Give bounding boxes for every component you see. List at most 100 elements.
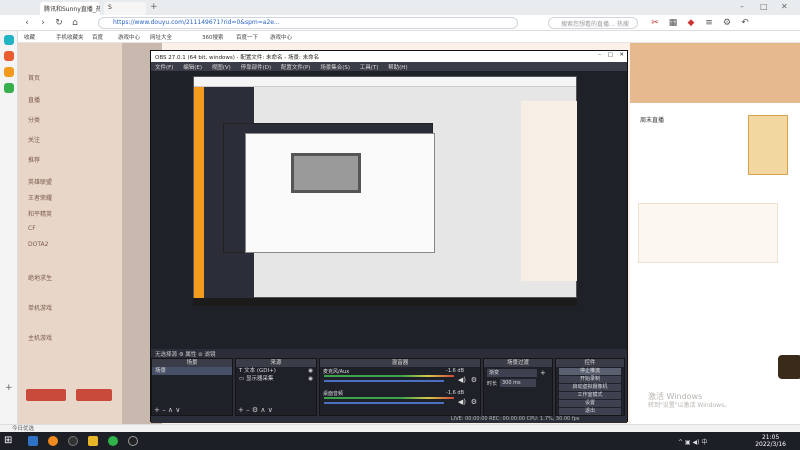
transition-select[interactable]: 渐变 [487,369,537,377]
bookmark-item[interactable]: 网址大全 [150,33,172,41]
rail-app-icon[interactable] [4,35,14,45]
taskbar-clock[interactable]: 21:05 2022/3/16 [755,434,786,448]
bookmark-item[interactable]: 百度 [92,33,103,41]
source-item[interactable]: ▭ 显示器采集 ◉ [236,375,316,383]
gear-icon[interactable]: ⚙ [471,376,477,384]
obs-minimize-icon[interactable]: – [598,52,601,58]
obs-preview[interactable] [151,71,627,349]
mixer-header: 混音器 [320,359,480,367]
studio-mode-button[interactable]: 工作室模式 [559,392,621,399]
maximize-icon[interactable]: □ [760,2,768,11]
browser-tab-bar: 腾讯和Sunny直播_热门游戏直播 S + – □ ✕ [0,0,800,15]
extension-icon[interactable]: ✂ [650,18,660,28]
minimize-icon[interactable]: – [740,2,744,11]
taskbar-app-icon[interactable] [68,436,78,446]
controls-header: 控件 [556,359,624,367]
taskbar-app-icon[interactable] [48,436,58,446]
mascot-image[interactable] [778,355,800,379]
up-icon[interactable]: ∧ [168,406,173,414]
up-icon[interactable]: ∧ [260,406,265,414]
exit-button[interactable]: 退出 [559,408,621,415]
settings-icon[interactable]: ⚙ [722,18,732,28]
sidebar-item[interactable]: 王者荣耀 [28,193,52,202]
settings-button[interactable]: 设置 [559,400,621,407]
monitor-icon: ▭ [239,376,245,382]
source-item[interactable]: T 文本 (GDI+) ◉ [236,367,316,375]
stop-streaming-button[interactable]: 停止推流 [559,368,621,375]
page-button[interactable] [26,389,66,401]
sidebar-item[interactable]: 推荐 [28,155,40,164]
page-button[interactable] [76,389,112,401]
gear-icon[interactable]: ⚙ [471,398,477,406]
mixer-channel-name: 桌面音频 [323,391,344,397]
eye-icon[interactable]: ◉ [308,375,313,383]
rail-app-icon[interactable] [4,51,14,61]
windows-taskbar: ⊞ ^ ▣ ◀) 中 21:05 2022/3/16 [0,432,800,450]
down-icon[interactable]: ∨ [268,406,273,414]
scene-item[interactable]: 场景 [152,367,232,375]
sidebar-item[interactable]: 主机游戏 [28,333,52,342]
eye-icon[interactable]: ◉ [308,367,313,375]
add-icon[interactable]: + [540,369,546,377]
sidebar-item[interactable]: 关注 [28,135,40,144]
menu-icon[interactable]: ≡ [704,18,714,28]
duration-input[interactable]: 300 ms [500,379,536,387]
speaker-icon[interactable]: ◀) [458,376,466,384]
rail-app-icon[interactable] [4,83,14,93]
close-icon[interactable]: ✕ [781,2,788,11]
taskbar-app-icon[interactable] [28,436,38,446]
obs-title: OBS 27.0.1 (64 bit, windows) - 配置文件: 未命名… [155,55,320,61]
add-icon[interactable]: + [5,383,13,393]
gear-icon[interactable]: ⚙ [252,406,258,414]
taskbar-app-icon[interactable] [108,436,118,446]
obs-close-icon[interactable]: ✕ [619,52,624,58]
forward-icon[interactable]: › [38,18,48,28]
browser-side-rail: + [0,31,18,428]
add-icon[interactable]: + [154,406,160,414]
start-recording-button[interactable]: 开始录制 [559,376,621,383]
promo-badge[interactable] [748,115,788,175]
search-input[interactable]: 搜索您想看的直播… 热搜 [548,17,638,29]
sidebar-item[interactable]: 绝地求生 [28,273,52,282]
clock-date: 2022/3/16 [755,441,786,448]
sidebar-item[interactable]: DOTA2 [28,241,48,248]
browser-nav-bar: ‹ › ↻ ⌂ https://www.douyu.com/211149671?… [0,15,800,31]
virtual-camera-button[interactable]: 启动虚拟摄像机 [559,384,621,391]
add-icon[interactable]: + [238,406,244,414]
obs-maximize-icon[interactable]: □ [608,52,613,58]
speaker-icon[interactable]: ◀) [458,398,466,406]
sidebar-item[interactable]: 分类 [28,115,40,124]
refresh-icon[interactable]: ↻ [54,18,64,28]
bookmark-item[interactable]: 游戏中心 [270,33,292,41]
sidebar-item[interactable]: 单机游戏 [28,303,52,312]
start-icon[interactable]: ⊞ [4,435,12,446]
down-icon[interactable]: ∨ [175,406,180,414]
rail-app-icon[interactable] [4,67,14,77]
tray-icons[interactable]: ^ ▣ ◀) 中 [678,437,707,446]
shop-icon[interactable]: ◆ [686,18,696,28]
bookmark-item[interactable]: 收藏 [24,33,35,41]
sidebar-item[interactable]: 英雄联盟 [28,177,52,186]
remove-icon[interactable]: – [246,406,250,414]
volume-slider[interactable] [324,402,444,404]
sidebar-item[interactable]: CF [28,225,36,232]
bookmark-item[interactable]: 百度一下 [236,33,258,41]
sidebar-item[interactable]: 和平精英 [28,209,52,218]
remove-icon[interactable]: – [162,406,166,414]
sidebar-item[interactable]: 直播 [28,95,40,104]
obs-taskbar-icon[interactable] [128,436,138,446]
back-icon[interactable]: ‹ [22,18,32,28]
tab-douyu[interactable]: 腾讯和Sunny直播_热门游戏直播 [40,2,100,15]
new-tab-button[interactable]: + [150,2,158,12]
taskbar-app-icon[interactable] [88,436,98,446]
home-icon[interactable]: ⌂ [70,18,80,28]
bookmark-item[interactable]: 手机收藏夹 [56,33,84,41]
sidebar-item[interactable]: 首页 [28,73,40,82]
tab-second[interactable]: S [104,2,146,15]
undo-icon[interactable]: ↶ [740,18,750,28]
bookmark-item[interactable]: 游戏中心 [118,33,140,41]
grid-icon[interactable]: ▦ [668,18,678,28]
volume-slider[interactable] [324,380,444,382]
bookmark-item[interactable]: 360搜索 [202,33,224,41]
address-bar[interactable]: https://www.douyu.com/211149671?rid=0&sp… [98,17,518,29]
